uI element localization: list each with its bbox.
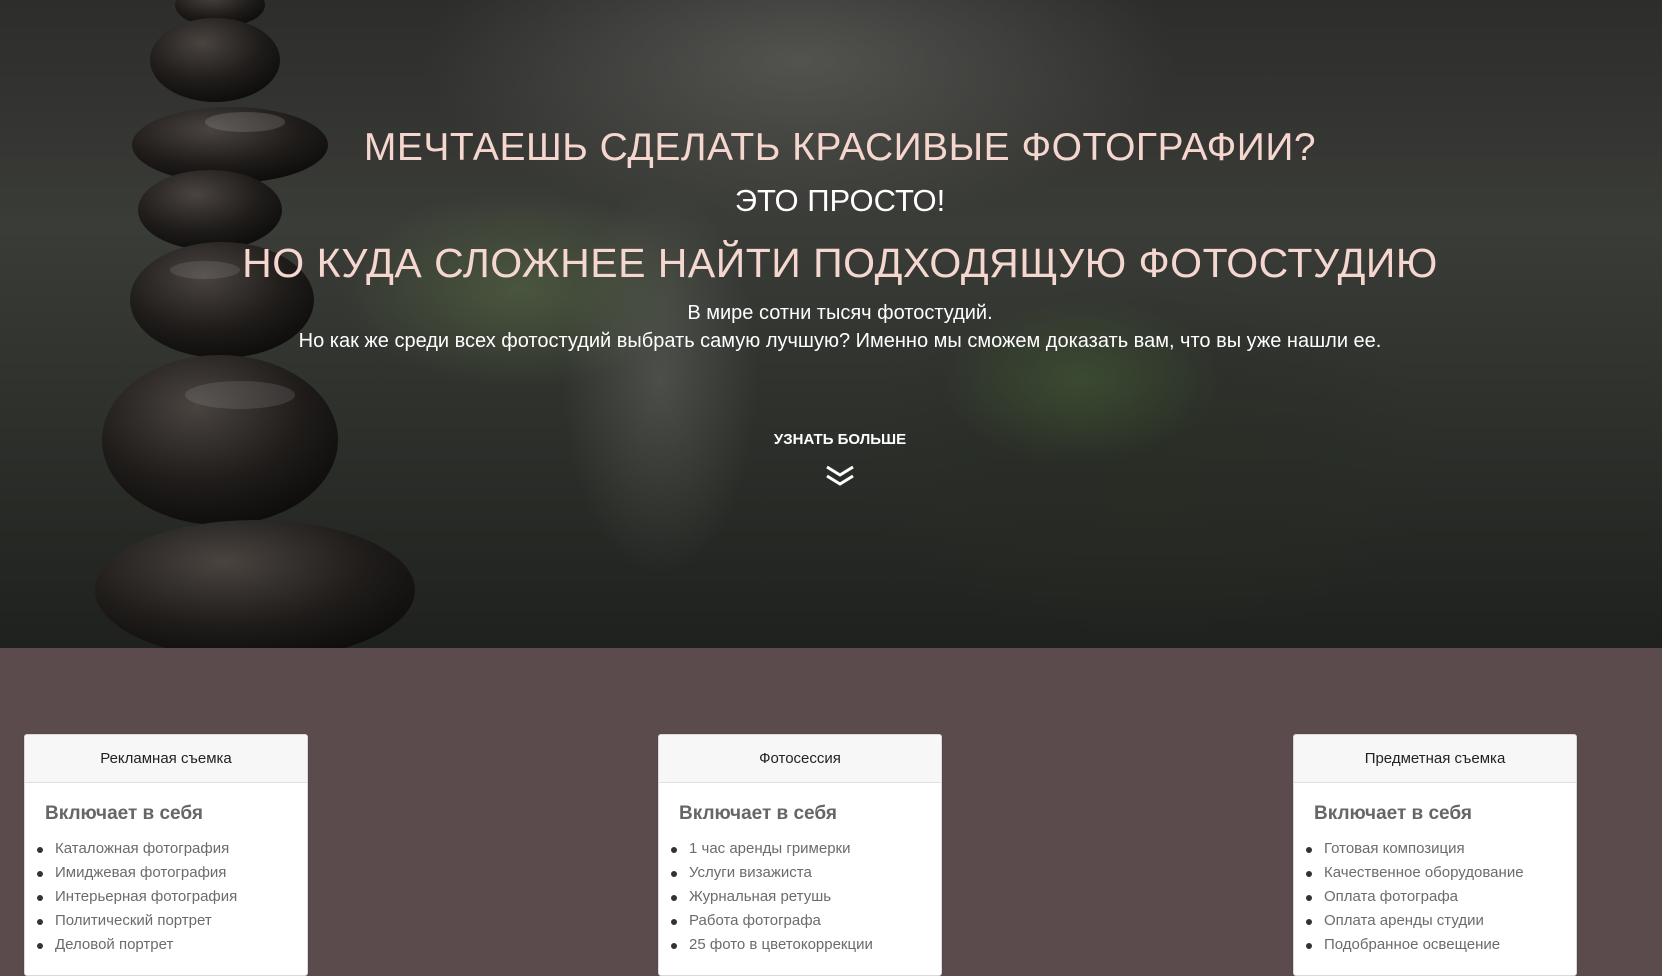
list-item: Деловой портрет xyxy=(37,933,307,957)
service-card-product: Предметная съемка Включает в себя Готова… xyxy=(1293,734,1577,976)
card-header: Рекламная съемка xyxy=(25,735,307,783)
list-item: Подобранное освещение xyxy=(1306,933,1576,957)
feature-list: 1 час аренды гримерки Услуги визажиста Ж… xyxy=(659,837,941,957)
list-item: Интерьерная фотография xyxy=(37,885,307,909)
list-item: Политический портрет xyxy=(37,909,307,933)
card-title: Включает в себя xyxy=(679,803,837,824)
hero-text-line-2: Но как же среди всех фотостудий выбрать … xyxy=(298,330,1382,352)
feature-list: Готовая композиция Качественное оборудов… xyxy=(1294,837,1576,957)
list-item: Оплата аренды студии xyxy=(1306,909,1576,933)
card-title: Включает в себя xyxy=(1314,803,1472,824)
hero-headline: МЕЧТАЕШЬ СДЕЛАТЬ КРАСИВЫЕ ФОТОГРАФИИ? xyxy=(363,126,1317,169)
hero-section: МЕЧТАЕШЬ СДЕЛАТЬ КРАСИВЫЕ ФОТОГРАФИИ? ЭТ… xyxy=(0,0,1662,648)
list-item: 1 час аренды гримерки xyxy=(671,837,941,861)
list-item: Журнальная ретушь xyxy=(671,885,941,909)
card-header: Фотосессия xyxy=(659,735,941,783)
list-item: Каталожная фотография xyxy=(37,837,307,861)
list-item: 25 фото в цветокоррекции xyxy=(671,933,941,957)
double-chevron-down-icon[interactable] xyxy=(824,464,856,488)
hero-subheadline: ЭТО ПРОСТО! xyxy=(734,183,946,218)
list-item: Работа фотографа xyxy=(671,909,941,933)
list-item: Качественное оборудование xyxy=(1306,861,1576,885)
hero-headline-secondary: НО КУДА СЛОЖНЕЕ НАЙТИ ПОДХОДЯЩУЮ ФОТОСТУ… xyxy=(242,240,1438,286)
service-card-photosession: Фотосессия Включает в себя 1 час аренды … xyxy=(658,734,942,976)
hero-text-line-1: В мире сотни тысяч фотостудий. xyxy=(687,302,993,324)
feature-list: Каталожная фотография Имиджевая фотограф… xyxy=(25,837,307,957)
list-item: Услуги визажиста xyxy=(671,861,941,885)
list-item: Готовая композиция xyxy=(1306,837,1576,861)
card-title: Включает в себя xyxy=(45,803,203,824)
list-item: Оплата фотографа xyxy=(1306,885,1576,909)
service-card-advertising: Рекламная съемка Включает в себя Каталож… xyxy=(24,734,308,976)
card-header: Предметная съемка xyxy=(1294,735,1576,783)
learn-more-link[interactable]: УЗНАТЬ БОЛЬШЕ xyxy=(0,431,1662,448)
list-item: Имиджевая фотография xyxy=(37,861,307,885)
